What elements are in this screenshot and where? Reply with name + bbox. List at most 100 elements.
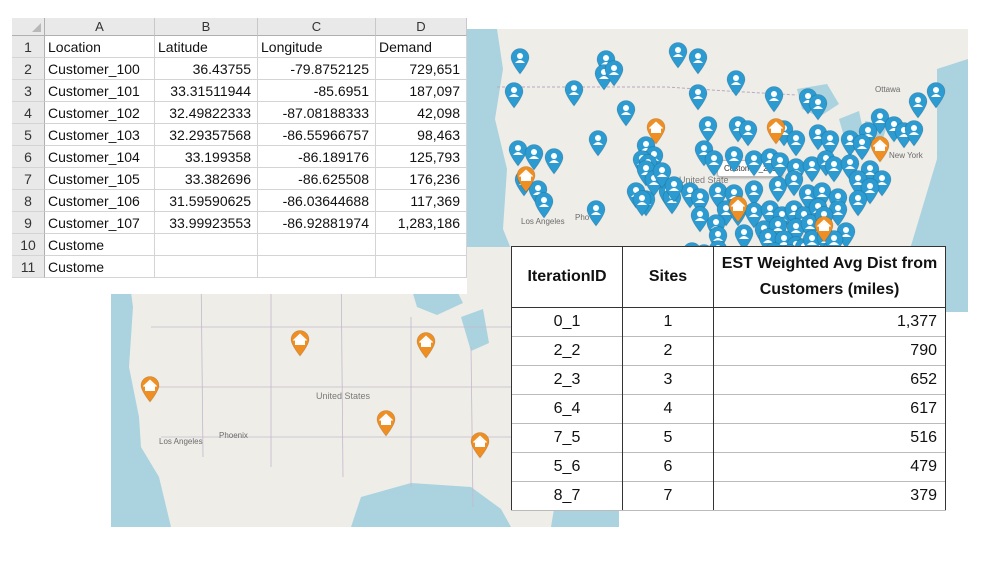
select-all-corner[interactable] xyxy=(12,18,45,36)
data-cell[interactable]: -86.625508 xyxy=(258,168,376,190)
customer-spreadsheet[interactable]: A B C D 1 Location Latitude Longitude Demand 2 Cus… xyxy=(12,18,467,294)
data-cell[interactable]: Customer_100 xyxy=(45,58,155,80)
site-pin[interactable] xyxy=(645,117,667,145)
customer-pin[interactable] xyxy=(807,93,829,121)
column-header-d[interactable]: D xyxy=(376,18,467,36)
data-cell[interactable]: 98,463 xyxy=(376,124,467,146)
data-cell[interactable]: 176,236 xyxy=(376,168,467,190)
customer-pin[interactable] xyxy=(563,79,585,107)
header-cell[interactable]: Longitude xyxy=(258,36,376,58)
site-pin[interactable] xyxy=(375,409,397,437)
data-cell[interactable]: Customer_105 xyxy=(45,168,155,190)
data-cell[interactable]: 36.43755 xyxy=(155,58,258,80)
data-cell[interactable]: -86.55966757 xyxy=(258,124,376,146)
data-cell[interactable] xyxy=(155,234,258,256)
column-header-b[interactable]: B xyxy=(155,18,258,36)
row-number[interactable]: 10 xyxy=(12,234,45,256)
row-number[interactable]: 9 xyxy=(12,212,45,234)
customer-pin[interactable] xyxy=(585,199,607,227)
customer-pin[interactable] xyxy=(763,85,785,113)
column-header-a[interactable]: A xyxy=(45,18,155,36)
data-cell[interactable]: Customer_107 xyxy=(45,212,155,234)
data-cell[interactable]: Customer_104 xyxy=(45,146,155,168)
row-number[interactable]: 11 xyxy=(12,256,45,278)
header-cell[interactable]: Demand xyxy=(376,36,467,58)
customer-pin[interactable] xyxy=(703,149,725,177)
site-pin[interactable] xyxy=(415,331,437,359)
customer-pin[interactable] xyxy=(543,147,565,175)
data-cell[interactable]: Customer_102 xyxy=(45,102,155,124)
data-cell[interactable]: 33.31511944 xyxy=(155,80,258,102)
data-cell[interactable]: Customer_106 xyxy=(45,190,155,212)
customer-pin[interactable] xyxy=(615,99,637,127)
data-cell[interactable]: -86.03644688 xyxy=(258,190,376,212)
data-cell[interactable]: Customer_103 xyxy=(45,124,155,146)
data-cell[interactable]: -79.8752125 xyxy=(258,58,376,80)
site-pin[interactable] xyxy=(469,431,491,459)
row-number[interactable]: 8 xyxy=(12,190,45,212)
customer-pin[interactable] xyxy=(587,129,609,157)
customer-pin[interactable] xyxy=(925,81,947,109)
site-pin[interactable] xyxy=(515,165,537,193)
site-pin[interactable] xyxy=(869,135,891,163)
sites-cell: 2 xyxy=(622,336,714,366)
customer-pin[interactable] xyxy=(533,191,555,219)
sites-cell: 7 xyxy=(622,481,714,511)
data-cell[interactable]: -87.08188333 xyxy=(258,102,376,124)
site-pin[interactable] xyxy=(289,329,311,357)
sites-cell: 6 xyxy=(622,452,714,482)
data-cell[interactable]: 117,369 xyxy=(376,190,467,212)
data-cell[interactable]: 32.49822333 xyxy=(155,102,258,124)
map-label-new-york: New York xyxy=(889,151,923,160)
sites-cell: 3 xyxy=(622,365,714,395)
header-cell[interactable]: Location xyxy=(45,36,155,58)
data-cell[interactable]: -85.6951 xyxy=(258,80,376,102)
iteration-id-cell: 7_5 xyxy=(511,423,623,453)
data-cell[interactable]: 33.99923553 xyxy=(155,212,258,234)
data-cell[interactable]: 33.199358 xyxy=(155,146,258,168)
customer-pin[interactable] xyxy=(847,189,869,217)
column-header-c[interactable]: C xyxy=(258,18,376,36)
data-cell[interactable]: 33.382696 xyxy=(155,168,258,190)
customer-pin[interactable] xyxy=(723,145,745,173)
row-number[interactable]: 7 xyxy=(12,168,45,190)
data-cell[interactable] xyxy=(155,256,258,278)
row-number[interactable]: 6 xyxy=(12,146,45,168)
customer-pin[interactable] xyxy=(509,47,531,75)
data-cell[interactable] xyxy=(258,256,376,278)
site-pin[interactable] xyxy=(765,117,787,145)
data-cell[interactable]: 1,283,186 xyxy=(376,212,467,234)
site-pin[interactable] xyxy=(727,195,749,223)
data-cell[interactable] xyxy=(376,234,467,256)
customer-pin[interactable] xyxy=(663,175,685,203)
data-cell[interactable]: Custome xyxy=(45,256,155,278)
data-cell[interactable]: 42,098 xyxy=(376,102,467,124)
row-number[interactable]: 2 xyxy=(12,58,45,80)
data-cell[interactable]: 729,651 xyxy=(376,58,467,80)
row-number[interactable]: 1 xyxy=(12,36,45,58)
row-number[interactable]: 3 xyxy=(12,80,45,102)
data-cell[interactable]: 31.59590625 xyxy=(155,190,258,212)
customer-pin[interactable] xyxy=(503,81,525,109)
data-cell[interactable] xyxy=(376,256,467,278)
customer-pin[interactable] xyxy=(687,83,709,111)
data-cell[interactable]: 32.29357568 xyxy=(155,124,258,146)
data-cell[interactable]: -86.189176 xyxy=(258,146,376,168)
data-cell[interactable]: Customer_101 xyxy=(45,80,155,102)
customer-pin[interactable] xyxy=(603,59,625,87)
customer-pin[interactable] xyxy=(687,47,709,75)
data-cell[interactable]: -86.92881974 xyxy=(258,212,376,234)
row-number[interactable]: 4 xyxy=(12,102,45,124)
customer-pin[interactable] xyxy=(667,41,689,69)
customer-pin[interactable] xyxy=(737,119,759,147)
data-cell[interactable]: 125,793 xyxy=(376,146,467,168)
site-pin[interactable] xyxy=(813,215,835,243)
customer-pin[interactable] xyxy=(725,69,747,97)
data-cell[interactable]: 187,097 xyxy=(376,80,467,102)
data-cell[interactable] xyxy=(258,234,376,256)
row-number[interactable]: 5 xyxy=(12,124,45,146)
customer-pin[interactable] xyxy=(903,119,925,147)
header-cell[interactable]: Latitude xyxy=(155,36,258,58)
site-pin[interactable] xyxy=(139,375,161,403)
data-cell[interactable]: Custome xyxy=(45,234,155,256)
